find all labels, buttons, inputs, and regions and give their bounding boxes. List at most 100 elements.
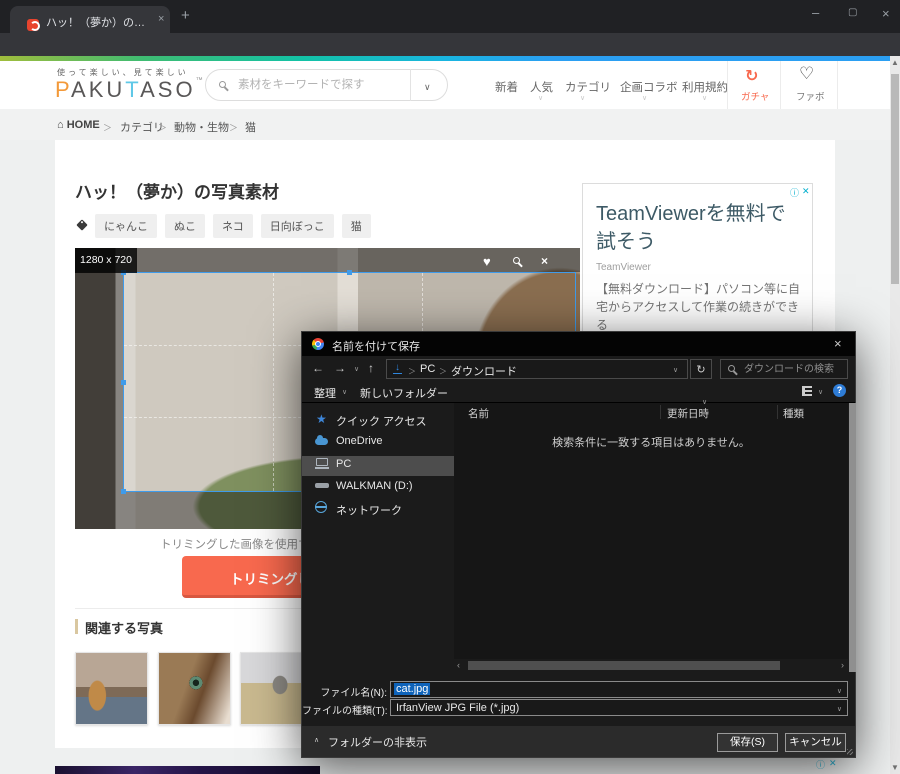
ad-info-icon[interactable]: ⓘ	[790, 186, 799, 199]
dialog-close-icon[interactable]: ×	[834, 336, 842, 351]
recent-locations-icon[interactable]: ∨	[354, 365, 359, 373]
nav-item-terms[interactable]: 利用規約	[682, 79, 728, 95]
column-name[interactable]: 名前	[468, 406, 489, 421]
organize-button[interactable]: 整理	[314, 385, 336, 401]
chevron-down-icon: ∨	[538, 95, 544, 102]
nav-item-popular[interactable]: 人気	[530, 79, 553, 95]
breadcrumb-cat[interactable]: 猫	[245, 119, 256, 135]
tag-neko[interactable]: ネコ	[213, 214, 253, 238]
heart-icon[interactable]: ♥	[483, 254, 491, 269]
breadcrumb-home[interactable]: ⌂ HOME	[57, 119, 100, 131]
nav-item-category[interactable]: カテゴリ	[565, 79, 611, 95]
filename-dropdown-icon[interactable]: ∨	[837, 687, 842, 695]
chevron-down-icon: ∨	[580, 95, 586, 102]
filename-value: cat.jpg	[394, 683, 431, 695]
ad-body: 【無料ダウンロード】パソコン等に自宅からアクセスして作業の続きができる	[596, 282, 801, 332]
ad-close-icon[interactable]: ✕	[829, 758, 837, 769]
sidebar-item-pc[interactable]: PC	[336, 458, 351, 470]
related-photo-thumb[interactable]	[75, 652, 148, 725]
crumb-downloads[interactable]: ダウンロード	[451, 363, 517, 379]
zoom-icon[interactable]	[513, 257, 520, 264]
browser-tab[interactable]: ハッ！（夢か）の写真（画像）を ×	[10, 6, 170, 33]
network-icon	[315, 501, 327, 513]
cancel-button[interactable]: キャンセル	[785, 733, 846, 752]
search-divider	[410, 69, 411, 101]
nav-item-collab[interactable]: 企画コラボ	[620, 79, 678, 95]
filename-input[interactable]: cat.jpg ∨	[390, 681, 848, 698]
tag-cat[interactable]: 猫	[341, 214, 371, 238]
dialog-search-box[interactable]	[720, 359, 848, 379]
new-tab-button[interactable]: +	[181, 7, 190, 24]
crop-handle[interactable]	[121, 380, 126, 385]
crop-handle[interactable]	[347, 270, 352, 275]
search-dropdown-icon[interactable]: ∨	[424, 82, 431, 93]
related-photo-thumb[interactable]	[158, 652, 231, 725]
pc-icon	[315, 458, 329, 469]
save-as-dialog: 名前を付けて保存 × ← → ∨ ↑ ↓ ＞ PC ＞ ダウンロード ∨ ↻ 整…	[301, 331, 856, 758]
site-logo[interactable]: PAKUTASO™	[55, 77, 206, 103]
dialog-search-input[interactable]	[742, 363, 842, 376]
sidebar-item-quick-access[interactable]: クイック アクセス	[336, 413, 427, 429]
nav-item-new[interactable]: 新着	[495, 79, 518, 95]
walkman-drive-icon	[315, 483, 329, 488]
hscrollbar-thumb[interactable]	[468, 661, 780, 670]
scrollbar-up-icon[interactable]: ▲	[890, 58, 900, 67]
quick-access-icon: ★	[316, 412, 327, 426]
close-crop-icon[interactable]: ×	[541, 254, 548, 268]
photo-toolbar	[75, 248, 580, 272]
window-maximize-button[interactable]: ▢	[848, 7, 857, 18]
scroll-left-icon[interactable]: ‹	[457, 660, 460, 670]
save-button[interactable]: 保存(S)	[717, 733, 778, 752]
address-dropdown-icon[interactable]: ∨	[673, 366, 678, 374]
crop-handle[interactable]	[121, 489, 126, 494]
crumb-pc[interactable]: PC	[420, 363, 435, 375]
filetype-value: IrfanView JPG File (*.jpg)	[396, 702, 520, 714]
filetype-label: ファイルの種類(T):	[302, 706, 388, 717]
scrollbar-down-icon[interactable]: ▼	[890, 763, 900, 772]
organize-dropdown-icon: ∨	[342, 389, 348, 396]
ad-close-icon[interactable]: ✕	[802, 186, 810, 197]
hide-folders-button[interactable]: フォルダーの非表示	[328, 734, 427, 750]
page-title: ハッ！（夢か）の写真素材	[75, 183, 279, 202]
new-folder-button[interactable]: 新しいフォルダー	[360, 385, 448, 401]
bottom-ad-banner[interactable]	[55, 766, 320, 774]
sidebar-item-onedrive[interactable]: OneDrive	[336, 435, 382, 447]
file-list-vscrollbar[interactable]	[849, 403, 856, 672]
view-dropdown-icon[interactable]: ∨	[818, 388, 823, 396]
column-type[interactable]: 種類	[783, 406, 804, 421]
address-breadcrumb[interactable]: ↓ ＞ PC ＞ ダウンロード ∨	[386, 359, 688, 379]
dialog-bottom-bar: ∧ フォルダーの非表示 保存(S) キャンセル	[302, 726, 855, 757]
gacha-label[interactable]: ガチャ	[741, 89, 769, 103]
chrome-icon	[312, 338, 324, 350]
window-minimize-button[interactable]: –	[812, 5, 819, 20]
dialog-forward-icon[interactable]: →	[334, 361, 346, 375]
site-search-input[interactable]	[236, 76, 396, 94]
sidebar-item-walkman[interactable]: WALKMAN (D:)	[336, 480, 413, 492]
window-close-button[interactable]: ×	[882, 6, 890, 21]
dialog-up-icon[interactable]: ↑	[368, 361, 374, 375]
breadcrumb-animals[interactable]: 動物・生物	[174, 119, 229, 135]
favorite-heart-icon[interactable]: ♡	[799, 64, 814, 84]
page-scrollbar-thumb[interactable]	[891, 74, 899, 284]
crop-note: トリミングした画像を使用する	[160, 539, 321, 551]
favorite-label[interactable]: ファボ	[796, 89, 825, 103]
dialog-back-icon[interactable]: ←	[312, 361, 324, 375]
dialog-title: 名前を付けて保存	[332, 341, 420, 353]
sidebar-item-network[interactable]: ネットワーク	[336, 502, 402, 518]
filetype-dropdown-icon[interactable]: ∨	[837, 705, 842, 713]
resize-grip[interactable]	[847, 749, 853, 755]
filetype-select[interactable]: IrfanView JPG File (*.jpg) ∨	[390, 699, 848, 716]
refresh-button[interactable]: ↻	[690, 359, 712, 379]
ad-title[interactable]: TeamViewerを無料で試そう	[596, 200, 801, 256]
tab-close-icon[interactable]: ×	[158, 13, 164, 25]
ad-info-icon[interactable]: ⓘ	[816, 758, 825, 771]
scroll-right-icon[interactable]: ›	[841, 660, 844, 670]
column-date[interactable]: 更新日時	[667, 406, 709, 421]
gacha-refresh-icon[interactable]: ↻	[745, 66, 758, 86]
tag-nuko[interactable]: ぬこ	[165, 214, 205, 238]
tag-hinatabokko[interactable]: 日向ぼっこ	[260, 214, 334, 238]
view-list-icon[interactable]	[802, 386, 812, 396]
dialog-title-bar[interactable]: 名前を付けて保存 ×	[302, 332, 855, 356]
help-icon[interactable]: ?	[833, 384, 846, 397]
tag-nyanko[interactable]: にゃんこ	[95, 214, 157, 238]
